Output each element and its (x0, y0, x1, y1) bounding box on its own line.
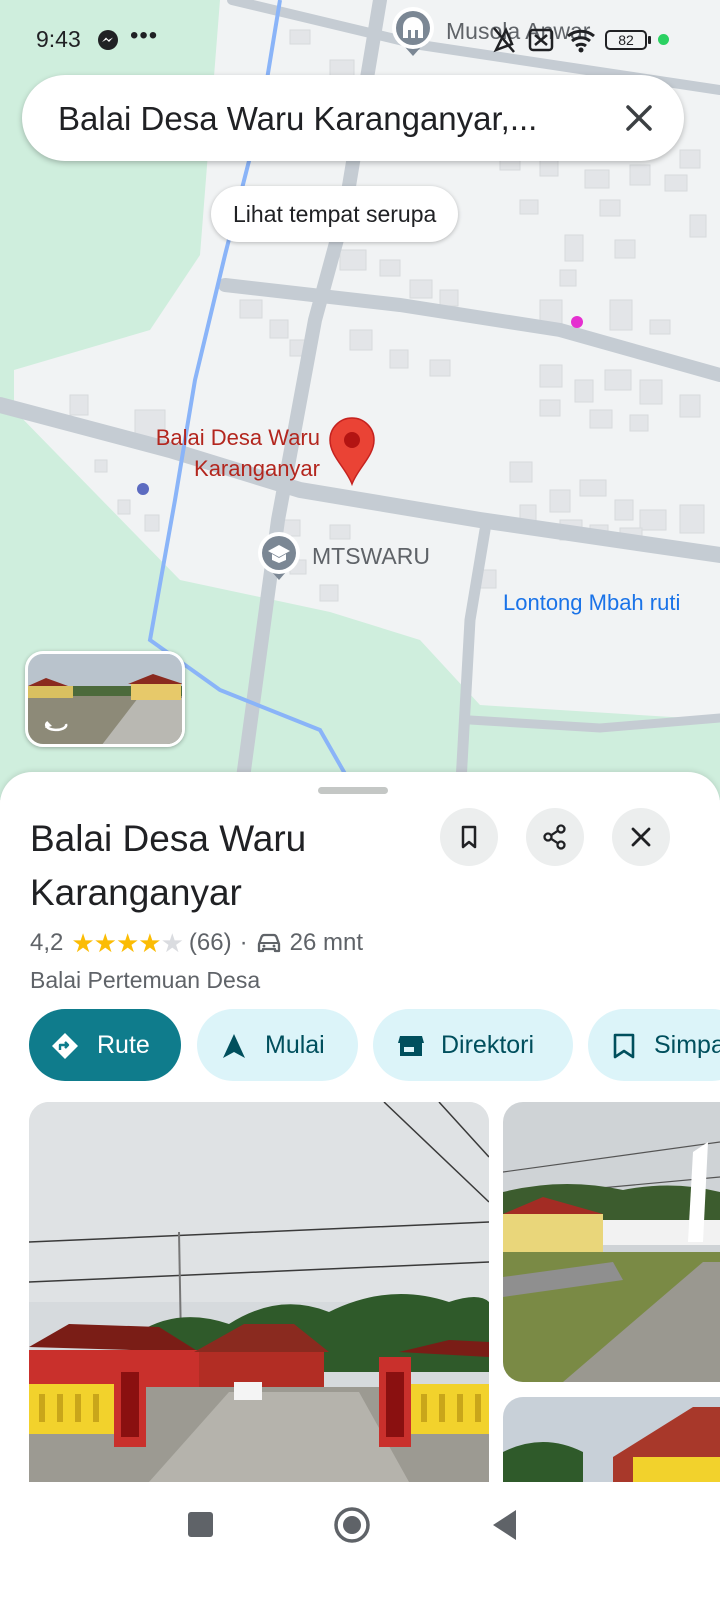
restaurant-label[interactable]: Lontong Mbah ruti (503, 590, 680, 616)
review-count: (66) (188, 929, 232, 956)
empty-star-icon: ★ (160, 927, 184, 958)
directions-icon (52, 1033, 78, 1059)
place-sheet[interactable]: Balai Desa Waru Karanganyar 4,2 ★★★★★ (6… (0, 772, 720, 1600)
directory-button[interactable]: Direktori (373, 1009, 573, 1081)
share-button[interactable] (526, 808, 584, 866)
school-label[interactable]: MTSWARU (312, 543, 430, 570)
place-photo-2[interactable] (503, 1102, 720, 1382)
place-pin-label[interactable]: Balai Desa Waru Karanganyar (120, 422, 320, 484)
drive-time: 26 mnt (289, 929, 363, 956)
rating-row[interactable]: 4,2 ★★★★★ (66) · 26 mnt (30, 927, 363, 959)
similar-places-chip[interactable]: Lihat tempat serupa (211, 186, 459, 242)
separator-dot: · (239, 929, 248, 956)
battery-tip (648, 36, 651, 44)
save-place-button[interactable] (440, 808, 498, 866)
messenger-icon (98, 30, 118, 50)
rating-stars: ★★★★★ (71, 927, 184, 959)
status-time: 9:43 (36, 26, 81, 52)
place-category: Balai Pertemuan Desa (30, 967, 261, 993)
start-label: Mulai (265, 1031, 325, 1059)
recents-button[interactable] (188, 1512, 213, 1537)
wifi-icon (567, 29, 595, 53)
close-icon (631, 827, 651, 847)
search-query[interactable]: Balai Desa Waru Karanganyar,... (58, 100, 537, 138)
route-label: Rute (97, 1031, 150, 1059)
sheet-drag-handle[interactable] (318, 787, 388, 794)
navigation-arrow-icon (223, 1034, 245, 1058)
start-button[interactable]: Mulai (197, 1009, 358, 1081)
bookmark-icon (461, 825, 477, 849)
home-button[interactable] (334, 1507, 370, 1543)
car-icon (257, 933, 280, 953)
street-view-thumbnail[interactable] (25, 651, 185, 747)
clear-search-icon[interactable] (620, 99, 658, 137)
save-label: Simpan (654, 1031, 720, 1059)
share-icon (543, 824, 566, 850)
battery-icon: 82 (605, 30, 647, 50)
poi-dot-blue (137, 483, 149, 495)
place-photo-main[interactable] (29, 1102, 489, 1482)
close-sheet-button[interactable] (612, 808, 670, 866)
system-nav-bar (0, 1482, 720, 1600)
privacy-indicator-dot (658, 34, 669, 45)
store-icon (398, 1036, 424, 1056)
route-button[interactable]: Rute (29, 1009, 181, 1081)
status-bar: 9:43 ••• 82 (0, 0, 720, 80)
status-icons (493, 27, 595, 53)
location-off-icon (493, 27, 515, 53)
status-more-dots: ••• (130, 22, 159, 49)
full-star-icons: ★★★★ (71, 927, 161, 958)
save-button[interactable]: Simpan (588, 1009, 720, 1081)
search-bar[interactable]: Balai Desa Waru Karanganyar,... (22, 75, 684, 161)
photo-gallery[interactable] (29, 1102, 720, 1482)
bookmark-icon (613, 1033, 635, 1059)
no-sim-icon (528, 28, 554, 52)
directory-label: Direktori (441, 1031, 535, 1059)
poi-dot-pink (571, 316, 583, 328)
place-photo-3[interactable] (503, 1397, 720, 1482)
rating-value: 4,2 (30, 929, 64, 956)
place-title: Balai Desa Waru Karanganyar (30, 818, 307, 913)
back-button[interactable] (493, 1510, 516, 1540)
